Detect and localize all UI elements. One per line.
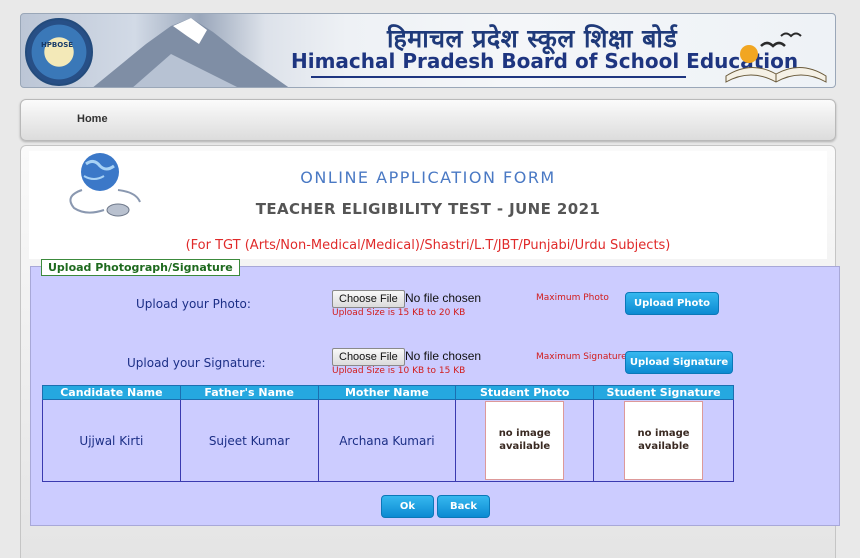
title-underline [311,76,686,78]
col-student-photo: Student Photo [455,385,595,400]
table-row: Ujjwal Kirti Sujeet Kumar Archana Kumari… [42,399,734,482]
col-candidate-name: Candidate Name [42,385,181,400]
father-name-cell: Sujeet Kumar [179,399,319,482]
signature-choose-file-button[interactable]: Choose File [332,348,405,366]
col-mother-name: Mother Name [317,385,457,400]
form-subject-note: (For TGT (Arts/Non-Medical/Medical)/Shas… [185,238,671,253]
signature-max-note: Maximum Signature [536,352,627,362]
upload-photo-button[interactable]: Upload Photo [625,292,719,315]
photo-file-status: No file chosen [405,291,482,305]
col-student-signature: Student Signature [593,385,734,400]
candidate-name-cell: Ujjwal Kirti [42,399,181,482]
header-banner: HPBOSE हिमाचल प्रदेश स्कूल शिक्षा बोर्ड … [20,13,836,88]
photo-choose-file-button[interactable]: Choose File [332,290,405,308]
upload-signature-button[interactable]: Upload Signature [625,351,733,374]
form-title: ONLINE APPLICATION FORM [300,168,556,187]
form-subtitle: TEACHER ELIGIBILITY TEST - JUNE 2021 [255,200,601,218]
book-birds-graphic [725,32,827,83]
student-photo-cell: no image available [455,399,595,482]
photo-placeholder-image: no image available [485,401,565,480]
upload-legend: Upload Photograph/Signature [41,259,240,276]
photo-size-hint: Upload Size is 15 KB to 20 KB [332,308,466,318]
mother-name-cell: Archana Kumari [317,399,457,482]
signature-placeholder-image: no image available [624,401,704,480]
candidate-table: Candidate Name Father's Name Mother Name… [42,385,734,482]
col-father-name: Father's Name [179,385,319,400]
back-button[interactable]: Back [437,495,490,518]
ok-button[interactable]: Ok [381,495,434,518]
table-header-row: Candidate Name Father's Name Mother Name… [42,385,734,400]
mountain-graphic [93,18,289,87]
signature-label: Upload your Signature: [127,356,266,370]
photo-label: Upload your Photo: [136,297,251,311]
nav-home-link[interactable]: Home [77,113,108,125]
student-signature-cell: no image available [593,399,734,482]
photo-max-note: Maximum Photo [536,293,609,303]
hpbose-logo [25,18,93,86]
signature-size-hint: Upload Size is 10 KB to 15 KB [332,366,466,376]
nav-bar: Home [20,99,836,141]
logo-emblem: HPBOSE [40,41,74,49]
signature-file-status: No file chosen [405,349,482,363]
